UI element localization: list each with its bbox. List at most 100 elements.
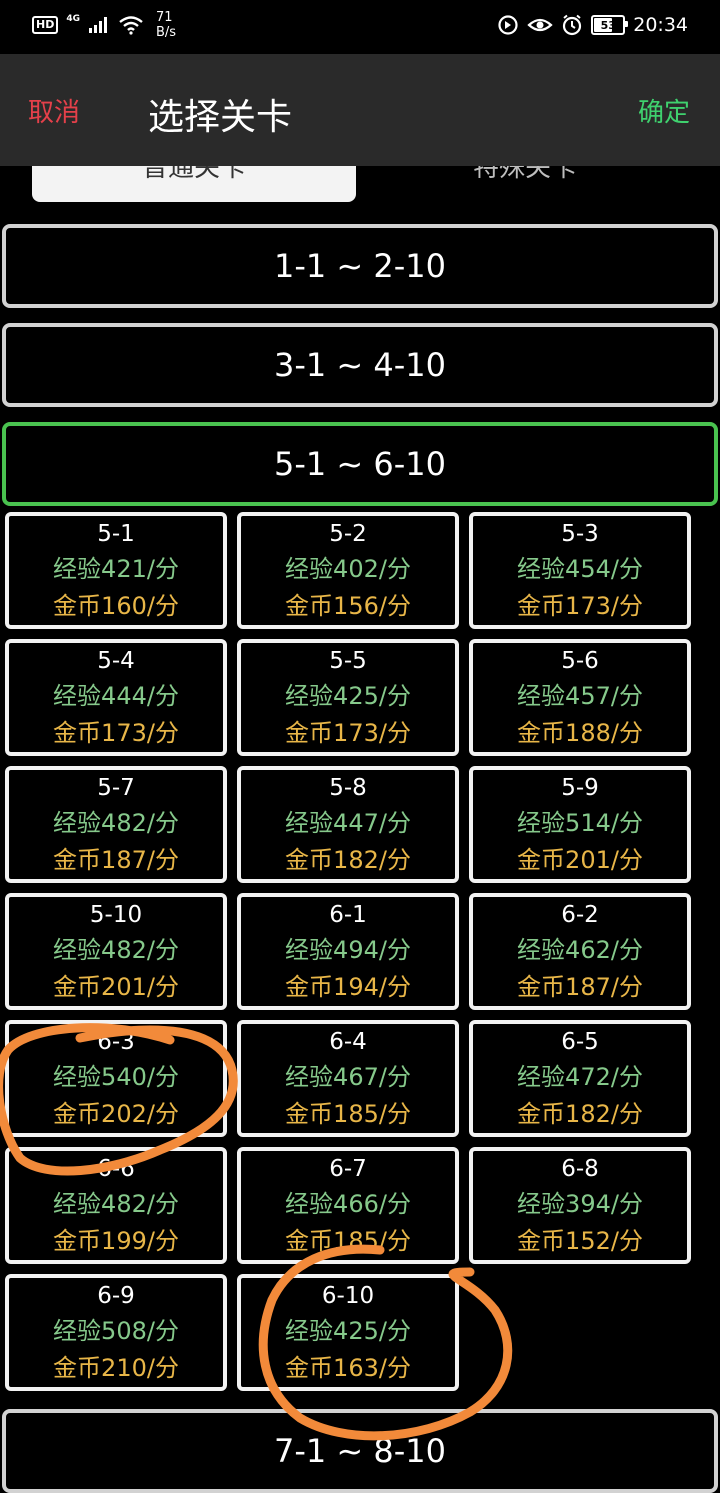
level-number: 6-7 bbox=[329, 1155, 367, 1182]
level-number: 6-5 bbox=[561, 1028, 599, 1055]
data-saver-icon bbox=[498, 15, 518, 35]
exp-rate: 经验421/分 bbox=[53, 554, 179, 583]
status-bar: HD 4G 71 B/s 53 20:34 bbox=[0, 0, 720, 54]
level-card[interactable]: 6-5 经验472/分 金币182/分 bbox=[469, 1020, 691, 1137]
gold-rate: 金币182/分 bbox=[517, 1099, 643, 1128]
status-right: 53 20:34 bbox=[497, 14, 688, 36]
gold-rate: 金币201/分 bbox=[517, 845, 643, 874]
level-number: 6-2 bbox=[561, 901, 599, 928]
level-card[interactable]: 6-3 经验540/分 金币202/分 bbox=[5, 1020, 227, 1137]
level-card[interactable]: 6-1 经验494/分 金币194/分 bbox=[237, 893, 459, 1010]
gold-rate: 金币194/分 bbox=[285, 972, 411, 1001]
battery-icon: 53 bbox=[591, 15, 629, 35]
level-number: 5-7 bbox=[97, 774, 135, 801]
level-card[interactable]: 5-2 经验402/分 金币156/分 bbox=[237, 512, 459, 629]
clock: 20:34 bbox=[633, 14, 688, 36]
network-speed: 71 B/s bbox=[156, 10, 176, 40]
gold-rate: 金币188/分 bbox=[517, 718, 643, 747]
level-card[interactable]: 5-9 经验514/分 金币201/分 bbox=[469, 766, 691, 883]
level-number: 6-4 bbox=[329, 1028, 367, 1055]
level-card[interactable]: 6-7 经验466/分 金币185/分 bbox=[237, 1147, 459, 1264]
confirm-button[interactable]: 确定 bbox=[638, 92, 690, 129]
gold-rate: 金币173/分 bbox=[53, 718, 179, 747]
group-7-8[interactable]: 7-1 ~ 8-10 bbox=[2, 1409, 718, 1493]
level-number: 5-10 bbox=[89, 901, 143, 928]
gold-rate: 金币163/分 bbox=[285, 1353, 411, 1382]
signal-icon bbox=[89, 17, 107, 33]
exp-rate: 经验425/分 bbox=[285, 1316, 411, 1345]
exp-rate: 经验394/分 bbox=[517, 1189, 643, 1218]
level-number: 5-3 bbox=[561, 520, 599, 547]
exp-rate: 经验508/分 bbox=[53, 1316, 179, 1345]
level-card[interactable]: 6-10 经验425/分 金币163/分 bbox=[237, 1274, 459, 1391]
gold-rate: 金币182/分 bbox=[285, 845, 411, 874]
level-card[interactable]: 5-3 经验454/分 金币173/分 bbox=[469, 512, 691, 629]
level-card[interactable]: 6-2 经验462/分 金币187/分 bbox=[469, 893, 691, 1010]
network-type-label: 4G bbox=[66, 14, 80, 24]
gold-rate: 金币173/分 bbox=[517, 591, 643, 620]
level-number: 6-6 bbox=[97, 1155, 135, 1182]
gold-rate: 金币152/分 bbox=[517, 1226, 643, 1255]
level-card[interactable]: 6-8 经验394/分 金币152/分 bbox=[469, 1147, 691, 1264]
level-number: 5-9 bbox=[561, 774, 599, 801]
level-number: 6-3 bbox=[97, 1028, 135, 1055]
eye-comfort-icon bbox=[527, 18, 553, 32]
level-card[interactable]: 5-5 经验425/分 金币173/分 bbox=[237, 639, 459, 756]
exp-rate: 经验444/分 bbox=[53, 681, 179, 710]
exp-rate: 经验540/分 bbox=[53, 1062, 179, 1091]
group-5-6[interactable]: 5-1 ~ 6-10 bbox=[2, 422, 718, 506]
exp-rate: 经验402/分 bbox=[285, 554, 411, 583]
gold-rate: 金币173/分 bbox=[285, 718, 411, 747]
exp-rate: 经验457/分 bbox=[517, 681, 643, 710]
level-number: 5-8 bbox=[329, 774, 367, 801]
app-screen: HD 4G 71 B/s 53 20:34 普通关卡 特殊关卡 取消 选择关卡 … bbox=[0, 0, 720, 1493]
dialog-header: 取消 选择关卡 确定 bbox=[0, 54, 720, 166]
speed-unit: B/s bbox=[156, 25, 177, 40]
level-card[interactable]: 5-6 经验457/分 金币188/分 bbox=[469, 639, 691, 756]
level-grid: 5-1 经验421/分 金币160/分 5-2 经验402/分 金币156/分 5-3 经验4… bbox=[5, 512, 695, 1391]
level-number: 5-1 bbox=[97, 520, 135, 547]
exp-rate: 经验514/分 bbox=[517, 808, 643, 837]
gold-rate: 金币187/分 bbox=[517, 972, 643, 1001]
level-card[interactable]: 5-8 经验447/分 金币182/分 bbox=[237, 766, 459, 883]
battery-level: 53 bbox=[600, 18, 616, 32]
cancel-button[interactable]: 取消 bbox=[28, 92, 80, 129]
level-number: 5-5 bbox=[329, 647, 367, 674]
gold-rate: 金币156/分 bbox=[285, 591, 411, 620]
level-card[interactable]: 5-1 经验421/分 金币160/分 bbox=[5, 512, 227, 629]
level-card[interactable]: 5-7 经验482/分 金币187/分 bbox=[5, 766, 227, 883]
gold-rate: 金币185/分 bbox=[285, 1099, 411, 1128]
group-3-4[interactable]: 3-1 ~ 4-10 bbox=[2, 323, 718, 407]
level-number: 6-1 bbox=[329, 901, 367, 928]
alarm-icon bbox=[563, 14, 582, 36]
hd-badge: HD bbox=[32, 16, 59, 34]
level-number: 5-4 bbox=[97, 647, 135, 674]
speed-value: 71 bbox=[156, 10, 173, 25]
status-left: HD 4G 71 B/s bbox=[32, 10, 176, 40]
level-card[interactable]: 6-4 经验467/分 金币185/分 bbox=[237, 1020, 459, 1137]
level-card[interactable]: 6-9 经验508/分 金币210/分 bbox=[5, 1274, 227, 1391]
gold-rate: 金币210/分 bbox=[53, 1353, 179, 1382]
level-number: 6-8 bbox=[561, 1155, 599, 1182]
exp-rate: 经验425/分 bbox=[285, 681, 411, 710]
level-card[interactable]: 5-4 经验444/分 金币173/分 bbox=[5, 639, 227, 756]
gold-rate: 金币187/分 bbox=[53, 845, 179, 874]
gold-rate: 金币201/分 bbox=[53, 972, 179, 1001]
exp-rate: 经验462/分 bbox=[517, 935, 643, 964]
wifi-icon bbox=[119, 16, 143, 35]
exp-rate: 经验482/分 bbox=[53, 935, 179, 964]
exp-rate: 经验467/分 bbox=[285, 1062, 411, 1091]
exp-rate: 经验482/分 bbox=[53, 1189, 179, 1218]
group-1-2[interactable]: 1-1 ~ 2-10 bbox=[2, 224, 718, 308]
level-card[interactable]: 5-10 经验482/分 金币201/分 bbox=[5, 893, 227, 1010]
level-number: 6-10 bbox=[321, 1282, 375, 1309]
exp-rate: 经验454/分 bbox=[517, 554, 643, 583]
level-card[interactable]: 6-6 经验482/分 金币199/分 bbox=[5, 1147, 227, 1264]
gold-rate: 金币202/分 bbox=[53, 1099, 179, 1128]
exp-rate: 经验466/分 bbox=[285, 1189, 411, 1218]
exp-rate: 经验472/分 bbox=[517, 1062, 643, 1091]
exp-rate: 经验482/分 bbox=[53, 808, 179, 837]
level-number: 5-6 bbox=[561, 647, 599, 674]
gold-rate: 金币199/分 bbox=[53, 1226, 179, 1255]
exp-rate: 经验447/分 bbox=[285, 808, 411, 837]
